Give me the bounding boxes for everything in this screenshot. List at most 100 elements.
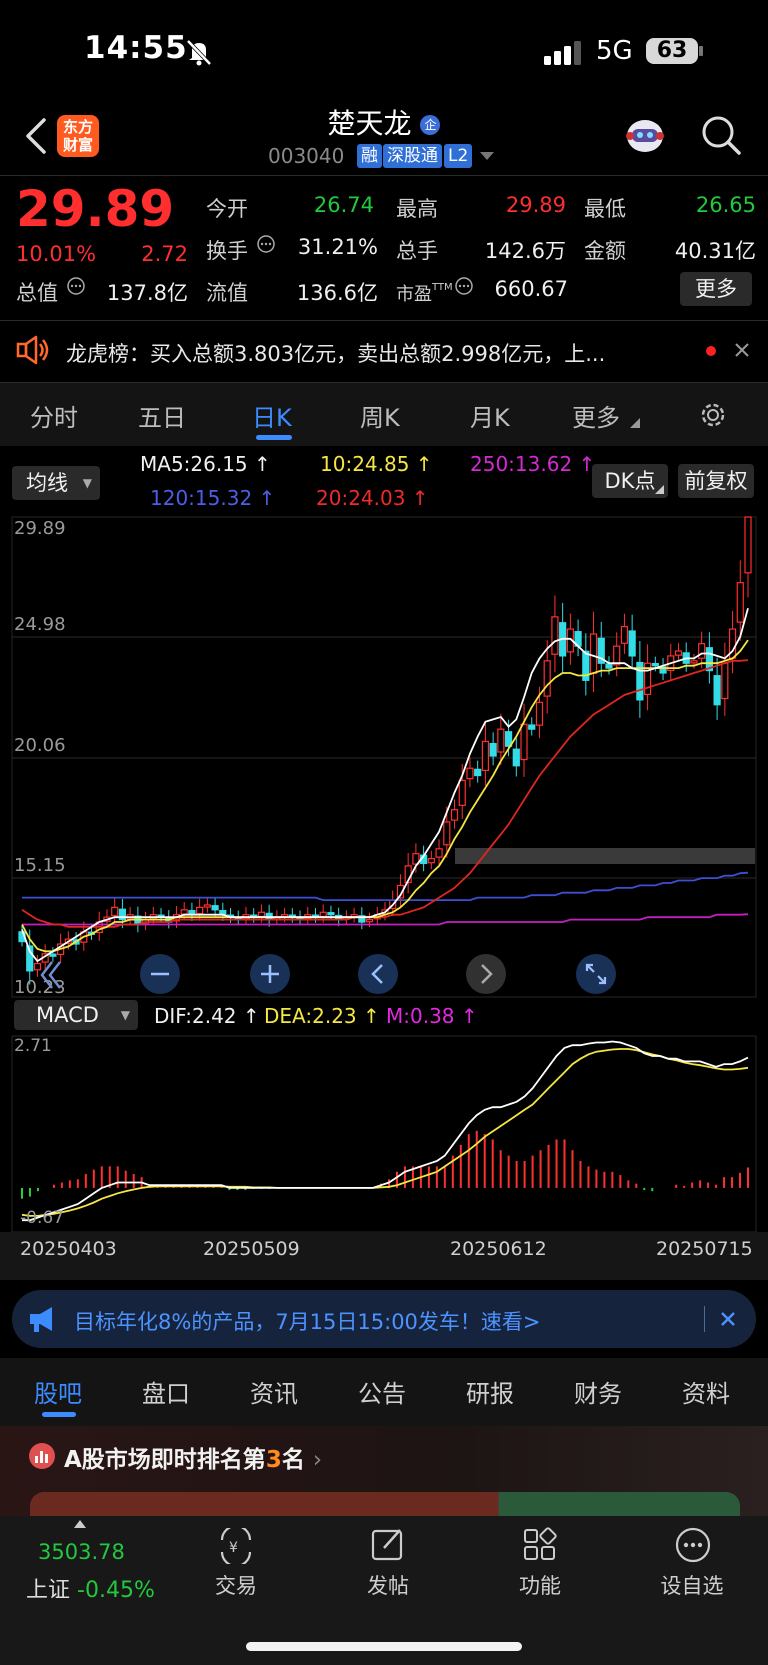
candle bbox=[589, 633, 598, 674]
close-icon[interactable] bbox=[734, 342, 750, 358]
candle bbox=[450, 809, 459, 821]
tab-research[interactable]: 研报 bbox=[466, 1374, 514, 1409]
candle bbox=[674, 650, 683, 656]
candle bbox=[466, 767, 474, 780]
dropdown-triangle-icon[interactable] bbox=[480, 152, 494, 162]
scroll-left-icon[interactable] bbox=[356, 952, 400, 996]
high-value: 29.89 bbox=[505, 193, 566, 217]
tab-intraday[interactable]: 分时 bbox=[30, 398, 78, 433]
search-icon[interactable] bbox=[700, 114, 742, 156]
tab-profile[interactable]: 资料 bbox=[682, 1374, 730, 1409]
chevron-down-icon: ▼ bbox=[82, 476, 92, 490]
x-tick-4: 20250715 bbox=[656, 1238, 753, 1260]
function-grid-icon[interactable] bbox=[522, 1526, 558, 1564]
candle bbox=[620, 626, 629, 644]
dk-point-button[interactable]: DK点 bbox=[592, 464, 668, 498]
macd-selector[interactable]: MACD ▼ bbox=[14, 1000, 138, 1030]
active-tab-indicator bbox=[256, 435, 292, 440]
candle bbox=[203, 904, 211, 908]
corner-triangle-icon bbox=[630, 418, 640, 428]
chevron-down-icon: ▼ bbox=[120, 1008, 130, 1022]
open-value: 26.74 bbox=[313, 193, 374, 217]
indicator-selector[interactable]: 均线 ▼ bbox=[12, 466, 100, 500]
candle bbox=[196, 906, 204, 915]
support-band bbox=[455, 848, 755, 864]
zoom-in-icon[interactable] bbox=[248, 952, 292, 996]
home-indicator bbox=[246, 1642, 522, 1651]
candle bbox=[520, 723, 528, 761]
index-info[interactable]: 上证 -0.45% bbox=[26, 1572, 155, 1604]
tab-monthly-k[interactable]: 月K bbox=[470, 398, 510, 433]
info-icon[interactable] bbox=[256, 234, 276, 254]
tab-more[interactable]: 更多 bbox=[572, 398, 620, 433]
indicator-selector-label: 均线 bbox=[26, 471, 68, 495]
candle bbox=[605, 663, 613, 669]
candle bbox=[512, 748, 520, 767]
dif-line bbox=[22, 1040, 749, 1222]
scroll-start-icon[interactable] bbox=[34, 958, 64, 992]
scroll-right-icon[interactable] bbox=[464, 952, 508, 996]
nav-trade[interactable]: 交易 bbox=[181, 1570, 291, 1600]
x-tick-2: 20250509 bbox=[203, 1238, 300, 1260]
adjust-button[interactable]: 前复权 bbox=[678, 464, 754, 498]
notice-text[interactable]: 龙虎榜：买入总额3.803亿元，卖出总额2.998亿元，上... bbox=[66, 338, 605, 368]
tab-financials[interactable]: 财务 bbox=[574, 1374, 622, 1409]
ma5-value: MA5:26.15 ↑ bbox=[140, 452, 271, 476]
ma10-value: 10:24.85 ↑ bbox=[320, 452, 433, 476]
macd-top-label: 2.71 bbox=[14, 1036, 52, 1056]
info-icon[interactable] bbox=[66, 276, 86, 296]
svg-text:¥: ¥ bbox=[229, 1540, 238, 1556]
candle bbox=[319, 911, 327, 918]
promo-text[interactable]: 目标年化8%的产品，7月15日15:00发车！速看> bbox=[74, 1306, 541, 1336]
more-button[interactable]: 更多 bbox=[680, 272, 752, 306]
nav-function[interactable]: 功能 bbox=[485, 1570, 595, 1600]
tab-announcements[interactable]: 公告 bbox=[358, 1374, 406, 1409]
more-dots-icon[interactable] bbox=[674, 1526, 712, 1564]
y-tick-top: 29.89 bbox=[14, 518, 66, 539]
macd-lines bbox=[21, 1040, 749, 1222]
macd-bars bbox=[21, 1130, 749, 1199]
candlestick-chart[interactable] bbox=[0, 515, 768, 1000]
macd-dea-text: DEA:2.23 bbox=[264, 1004, 357, 1028]
tab-forum[interactable]: 股吧 bbox=[34, 1374, 82, 1409]
tab-weekly-k[interactable]: 周K bbox=[360, 398, 400, 433]
tab-daily-k[interactable]: 日K bbox=[252, 398, 292, 433]
info-icon[interactable] bbox=[454, 276, 474, 296]
nav-watchlist[interactable]: 设自选 bbox=[637, 1570, 747, 1600]
speaker-icon bbox=[16, 335, 49, 365]
compose-icon[interactable] bbox=[370, 1526, 406, 1564]
trade-icon[interactable]: ¥ bbox=[216, 1528, 256, 1564]
volume-label: 总手 bbox=[396, 239, 438, 263]
tag-l2: L2 bbox=[444, 144, 473, 168]
stock-code: 003040 bbox=[268, 144, 345, 168]
dea-line bbox=[21, 1048, 749, 1217]
tab-order-book[interactable]: 盘口 bbox=[142, 1374, 190, 1409]
expand-up-icon[interactable] bbox=[74, 1520, 86, 1528]
high-label: 最高 bbox=[396, 197, 438, 221]
fullscreen-icon[interactable] bbox=[574, 952, 618, 996]
ranking-text[interactable]: A股市场即时排名第3名 › bbox=[64, 1440, 322, 1474]
macd-chart[interactable] bbox=[0, 1034, 768, 1234]
index-value[interactable]: 3503.78 bbox=[38, 1540, 125, 1564]
tag-margin: 融 bbox=[357, 144, 382, 168]
settings-icon[interactable] bbox=[698, 400, 728, 430]
macd-m: M:0.38 ↑ bbox=[386, 1004, 478, 1028]
ma5-text: MA5:26.15 bbox=[140, 452, 248, 476]
y-tick-2: 24.98 bbox=[14, 614, 66, 635]
robot-assistant-icon[interactable] bbox=[622, 114, 668, 158]
tab-five-day[interactable]: 五日 bbox=[138, 398, 186, 433]
mcap-value: 137.8亿 bbox=[106, 281, 188, 305]
ranking-number: 3 bbox=[265, 1447, 282, 1473]
candle bbox=[111, 906, 119, 917]
candle bbox=[543, 660, 551, 697]
tab-news[interactable]: 资讯 bbox=[250, 1374, 298, 1409]
close-icon[interactable] bbox=[720, 1311, 736, 1327]
nav-post[interactable]: 发帖 bbox=[333, 1570, 443, 1600]
ma10-text: 10:24.85 bbox=[320, 452, 410, 476]
zoom-out-icon[interactable] bbox=[138, 952, 182, 996]
ma120-text: 120:15.32 bbox=[150, 486, 253, 510]
low-value: 26.65 bbox=[695, 193, 756, 217]
index-name: 上证 bbox=[26, 1578, 71, 1603]
macd-dif: DIF:2.42 ↑ bbox=[154, 1004, 260, 1028]
float-label: 流值 bbox=[206, 281, 248, 305]
